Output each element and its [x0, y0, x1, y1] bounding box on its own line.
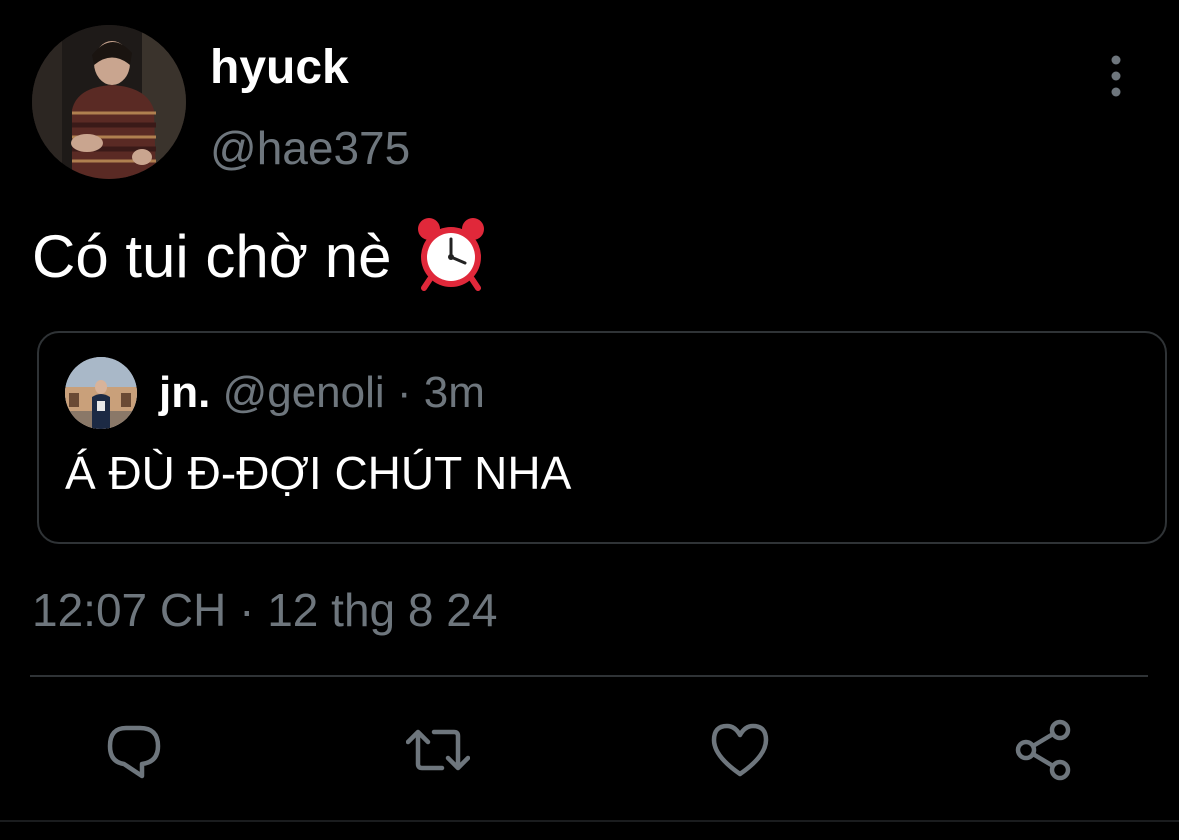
author-handle[interactable]: @hae375	[210, 120, 410, 176]
quoted-author-avatar	[65, 357, 137, 429]
retweet-icon	[406, 729, 470, 771]
tweet-text: Có tui chờ nè	[32, 223, 392, 290]
divider	[30, 675, 1148, 677]
quoted-avatar-photo	[65, 357, 137, 429]
retweet-button[interactable]	[406, 718, 470, 782]
reply-button[interactable]	[102, 718, 166, 782]
quoted-separator: ·	[396, 368, 412, 417]
share-icon	[1015, 719, 1071, 781]
reply-icon	[107, 725, 161, 779]
quoted-time: 3m	[423, 368, 485, 417]
quoted-tweet-card[interactable]: jn. @genoli · 3m Á ĐÙ Đ-ĐỢI CHÚT NHA	[37, 331, 1167, 544]
author-avatar[interactable]	[32, 25, 186, 179]
share-button[interactable]	[1012, 718, 1076, 782]
tweet-body: Có tui chờ nè	[32, 215, 486, 299]
tweet-detail: hyuck @hae375 Có tui chờ nè jn. @genoli …	[0, 0, 1179, 840]
avatar-photo	[32, 25, 186, 179]
more-options-icon[interactable]	[1096, 50, 1136, 102]
author-display-name[interactable]: hyuck	[210, 40, 349, 96]
bottom-divider	[0, 820, 1179, 822]
like-button[interactable]	[708, 718, 772, 782]
tweet-timestamp[interactable]: 12:07 CH · 12 thg 8 24	[32, 582, 497, 638]
quoted-author-name: jn.	[159, 368, 211, 417]
quoted-tweet-header: jn. @genoli · 3m	[159, 367, 485, 419]
like-icon	[711, 723, 769, 777]
quoted-author-handle: @genoli	[222, 368, 385, 417]
alarm-clock-icon	[416, 215, 486, 291]
quoted-tweet-text: Á ĐÙ Đ-ĐỢI CHÚT NHA	[65, 447, 572, 499]
